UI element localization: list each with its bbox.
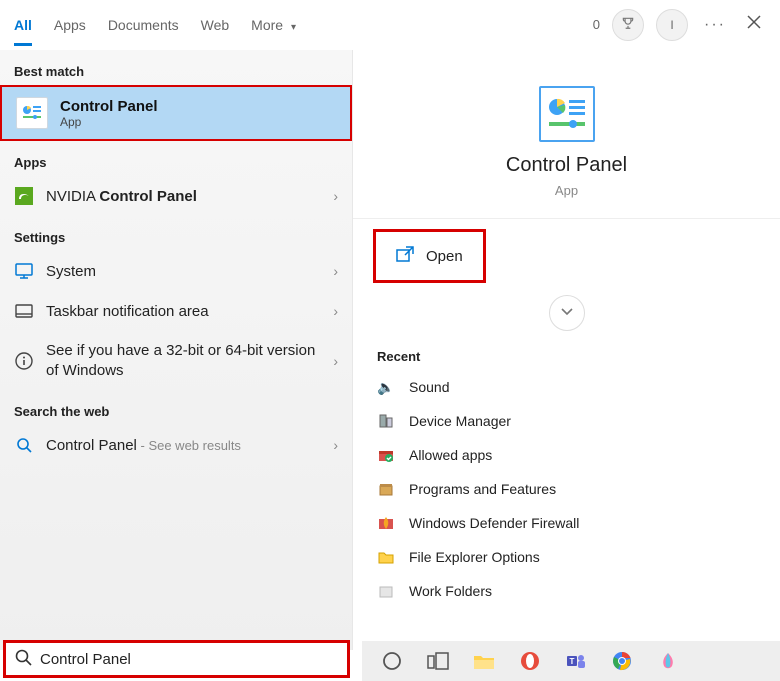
chevron-right-icon: › [333, 353, 338, 369]
expand-button[interactable] [549, 295, 585, 331]
taskbar-opera-icon[interactable] [518, 649, 542, 673]
taskbar-icon [14, 301, 34, 321]
chevron-down-icon [560, 304, 574, 322]
svg-text:T: T [570, 657, 575, 666]
section-search-web: Search the web [0, 390, 352, 425]
options-button[interactable]: ··· [700, 12, 730, 38]
tab-documents[interactable]: Documents [108, 3, 179, 46]
settings-item-label: System [46, 263, 321, 280]
firewall-icon [377, 514, 395, 532]
best-match-title: Control Panel [60, 98, 158, 115]
settings-item-bit-version[interactable]: See if you have a 32-bit or 64-bit versi… [0, 331, 352, 390]
folder-options-icon [377, 548, 395, 566]
tab-more-label: More [251, 17, 283, 33]
recent-item-label: Work Folders [409, 583, 492, 599]
open-icon [396, 246, 414, 266]
preview-app-icon [539, 86, 595, 142]
settings-item-taskbar-notification[interactable]: Taskbar notification area › [0, 291, 352, 331]
control-panel-icon [16, 97, 48, 129]
open-label: Open [426, 248, 463, 265]
close-icon [747, 15, 761, 34]
tab-more[interactable]: More ▾ [251, 3, 296, 46]
recent-item-device-manager[interactable]: Device Manager [373, 404, 780, 438]
tab-apps[interactable]: Apps [54, 3, 86, 46]
recent-item-label: Sound [409, 379, 449, 395]
info-icon [14, 351, 34, 371]
taskbar-teams-icon[interactable]: T [564, 649, 588, 673]
user-initial: I [670, 18, 673, 32]
recent-item-label: File Explorer Options [409, 549, 540, 565]
header-actions: 0 I ··· [593, 9, 766, 41]
taskbar-taskview-icon[interactable] [426, 649, 450, 673]
taskbar-paint3d-icon[interactable] [656, 649, 680, 673]
search-bar[interactable] [3, 640, 350, 678]
recent-item-label: Windows Defender Firewall [409, 515, 579, 531]
recent-item-allowed-apps[interactable]: Allowed apps [373, 438, 780, 472]
work-folders-icon [377, 582, 395, 600]
recent-item-label: Device Manager [409, 413, 511, 429]
recent-item-work-folders[interactable]: Work Folders [373, 574, 780, 608]
tab-all[interactable]: All [14, 3, 32, 46]
firewall-allow-icon [377, 446, 395, 464]
chevron-right-icon: › [333, 188, 338, 204]
chevron-right-icon: › [333, 263, 338, 279]
recent-item-file-explorer-options[interactable]: File Explorer Options [373, 540, 780, 574]
search-icon [14, 648, 32, 671]
settings-item-label: Taskbar notification area [46, 303, 321, 320]
user-avatar[interactable]: I [656, 9, 688, 41]
preview-title: Control Panel [353, 154, 780, 177]
chevron-right-icon: › [333, 303, 338, 319]
recent-item-sound[interactable]: 🔈 Sound [373, 370, 780, 404]
recent-label: Recent [353, 331, 780, 370]
close-button[interactable] [742, 13, 766, 37]
open-button[interactable]: Open [376, 232, 483, 280]
taskbar-file-explorer-icon[interactable] [472, 649, 496, 673]
open-action-highlight: Open [373, 229, 486, 283]
speaker-icon: 🔈 [377, 378, 395, 396]
ellipsis-icon: ··· [704, 16, 726, 33]
recent-list: 🔈 Sound Device Manager Allowed apps Pr [353, 370, 780, 608]
chevron-right-icon: › [333, 437, 338, 453]
search-header: All Apps Documents Web More ▾ 0 I ··· [0, 0, 780, 50]
search-icon [14, 435, 34, 455]
recent-item-windows-defender-firewall[interactable]: Windows Defender Firewall [373, 506, 780, 540]
device-icon [377, 412, 395, 430]
trophy-icon [621, 16, 635, 33]
search-input[interactable] [40, 651, 339, 668]
recent-item-label: Allowed apps [409, 447, 492, 463]
filter-tabs: All Apps Documents Web More ▾ [14, 3, 296, 46]
section-settings: Settings [0, 216, 352, 251]
box-icon [377, 480, 395, 498]
rewards-button[interactable] [612, 9, 644, 41]
chevron-down-icon: ▾ [291, 22, 296, 33]
app-item-nvidia-control-panel[interactable]: NVIDIA Control Panel › [0, 176, 352, 216]
recent-item-label: Programs and Features [409, 481, 556, 497]
rewards-count: 0 [593, 17, 600, 32]
nvidia-icon [14, 186, 34, 206]
app-item-label: NVIDIA Control Panel [46, 188, 321, 205]
web-result-item[interactable]: Control Panel - See web results › [0, 425, 352, 465]
section-apps: Apps [0, 141, 352, 176]
best-match-text: Control Panel App [60, 98, 158, 129]
display-icon [14, 261, 34, 281]
tab-web[interactable]: Web [201, 3, 230, 46]
best-match-item[interactable]: Control Panel App [0, 85, 352, 141]
taskbar-cortana-icon[interactable] [380, 649, 404, 673]
preview-pane: Control Panel App Open Recent 🔈 Sound [353, 50, 780, 650]
recent-item-programs-features[interactable]: Programs and Features [373, 472, 780, 506]
preview-subtitle: App [353, 183, 780, 198]
taskbar-chrome-icon[interactable] [610, 649, 634, 673]
taskbar: T [362, 641, 780, 681]
section-best-match: Best match [0, 50, 352, 85]
settings-item-label: See if you have a 32-bit or 64-bit versi… [46, 341, 321, 380]
settings-item-system[interactable]: System › [0, 251, 352, 291]
web-result-label: Control Panel - See web results [46, 437, 321, 454]
divider [353, 218, 780, 219]
results-pane: Best match Control Panel App Apps NVIDIA… [0, 50, 353, 650]
best-match-subtitle: App [60, 115, 158, 129]
